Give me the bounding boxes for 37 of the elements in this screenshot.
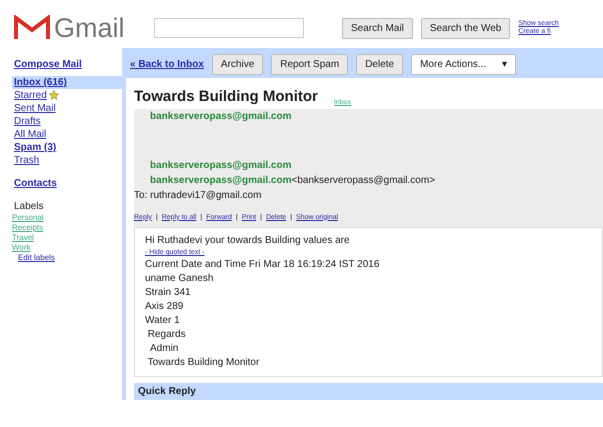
more-actions-dropdown[interactable]: More Actions... ▾ [411, 54, 516, 75]
greeting-text: Hi Ruthadevi your towards Building values are [145, 234, 351, 248]
labels-heading: Labels [13, 200, 44, 213]
quick-reply-bar: Quick Reply [134, 383, 603, 400]
envelope-logo-icon [14, 15, 50, 41]
subject-title: Towards Building Monitor [134, 87, 318, 107]
contacts-link[interactable]: Contacts [12, 177, 122, 190]
message-header-row[interactable]: bankserveropass@gmail.com [134, 158, 603, 172]
folder-link[interactable]: Sent Mail [12, 102, 122, 115]
sender-address: <bankserveropass@gmail.com> [291, 174, 436, 186]
toolbar-button[interactable]: Report Spam [271, 54, 348, 75]
toolbar-button[interactable]: Archive [212, 54, 264, 75]
compose-link[interactable]: Compose Mail [12, 58, 122, 71]
logo-text: Gmail [54, 14, 125, 42]
folder-link[interactable]: Spam (3) [12, 141, 122, 154]
search-button[interactable]: Search Mail [342, 18, 413, 38]
message-header-row[interactable]: bankserveropass@gmail.com [134, 108, 603, 158]
folder-link[interactable]: All Mail [12, 128, 122, 141]
message-line: Strain 341 [145, 286, 192, 300]
folder-link[interactable]: Starred [12, 89, 122, 102]
message-line: Water 1 [145, 314, 181, 328]
folder-link[interactable]: Trash [12, 154, 122, 167]
edit-labels-link[interactable]: Edit labels [12, 253, 122, 263]
sender-name: bankserveropass@gmail.com [150, 174, 292, 186]
search-button[interactable]: Search the Web [420, 18, 510, 38]
message-line: Current Date and Time Fri Mar 18 16:19:24 IST 2016 [145, 258, 380, 272]
message-line: Axis 289 [145, 300, 184, 314]
message-line: Regards [146, 328, 187, 342]
folder-link[interactable]: Inbox (616) [12, 76, 122, 89]
back-to-inbox-link[interactable]: « Back to Inbox [130, 57, 204, 72]
search-field[interactable] [154, 18, 304, 38]
message-line: Admin [149, 342, 180, 356]
message-line: uname Ganesh [145, 272, 214, 286]
caret-icon: ▾ [502, 57, 508, 72]
toolbar-button[interactable]: Delete [356, 54, 404, 75]
folder-link[interactable]: Drafts [12, 115, 122, 128]
message-line: Towards Building Monitor [146, 356, 260, 370]
